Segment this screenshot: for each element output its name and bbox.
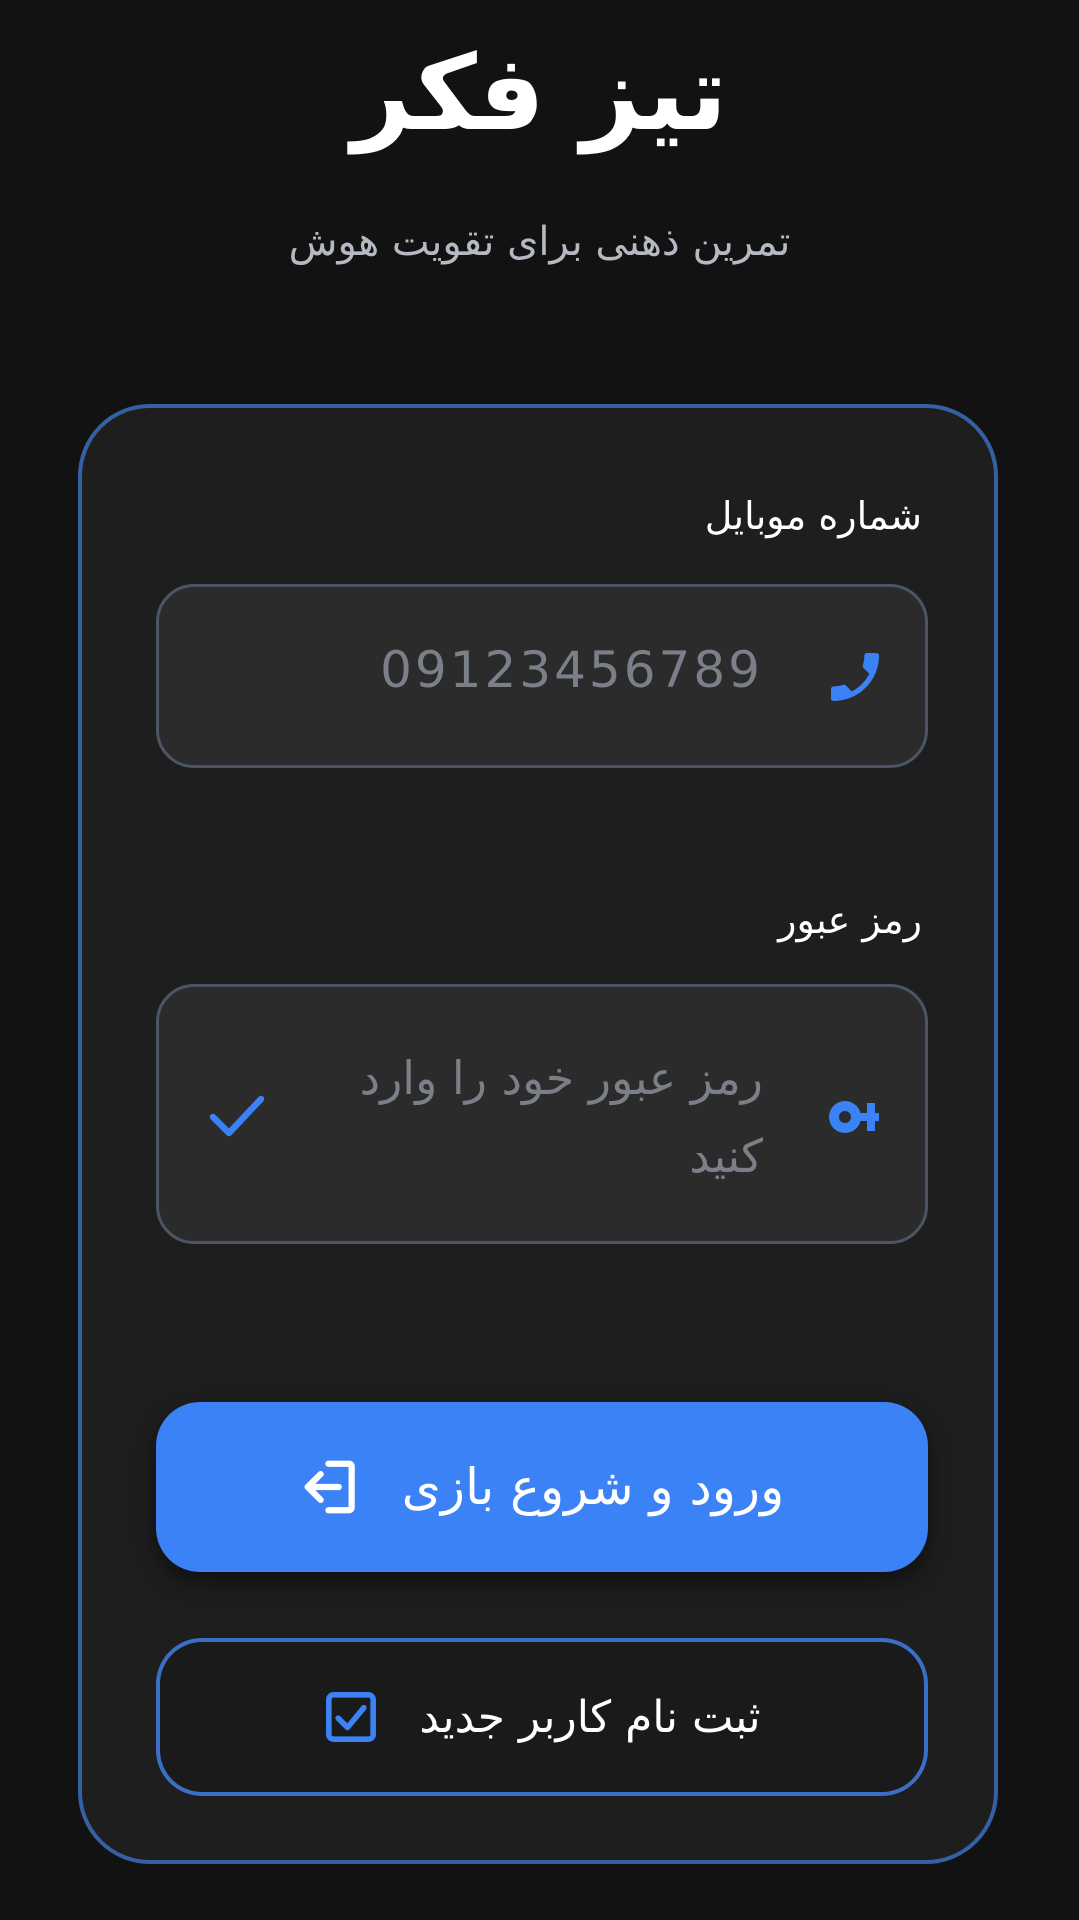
- login-button[interactable]: ورود و شروع بازی: [156, 1402, 928, 1572]
- password-label: رمز عبور: [778, 898, 922, 942]
- login-button-label: ورود و شروع بازی: [401, 1458, 785, 1516]
- check-icon[interactable]: [207, 1093, 267, 1141]
- phone-field[interactable]: 09123456789: [156, 584, 928, 768]
- app-subtitle: تمرین ذهنی برای تقویت هوش: [288, 219, 791, 265]
- key-icon: [829, 1101, 879, 1133]
- login-screen: تیز فکر تمرین ذهنی برای تقویت هوش شماره …: [0, 0, 1079, 1920]
- register-button[interactable]: ثبت نام کاربر جدید: [156, 1638, 928, 1796]
- password-field[interactable]: رمز عبور خود را وارد کنید: [156, 984, 928, 1244]
- register-button-label: ثبت نام کاربر جدید: [419, 1691, 761, 1743]
- phone-input-value: 09123456789: [380, 641, 763, 699]
- phone-label: شماره موبایل: [704, 494, 922, 538]
- login-card: شماره موبایل 09123456789 رمز عبور رمز عب…: [78, 404, 998, 1864]
- phone-icon: [831, 653, 879, 701]
- login-icon: [304, 1460, 355, 1514]
- app-title: تیز فکر: [351, 32, 728, 154]
- checkbox-icon: [326, 1692, 377, 1742]
- password-placeholder: رمز عبور خود را وارد کنید: [359, 1051, 763, 1183]
